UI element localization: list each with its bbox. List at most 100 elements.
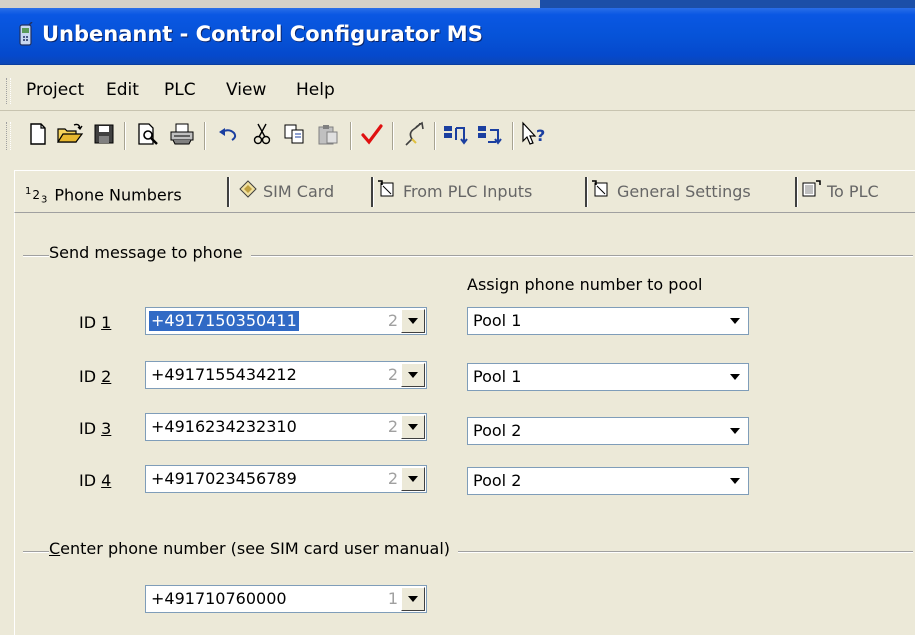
tab-separator bbox=[227, 177, 230, 207]
background-app-dark-strip bbox=[540, 0, 915, 8]
connect-icon[interactable] bbox=[398, 118, 430, 150]
menu-view[interactable]: View bbox=[226, 70, 266, 110]
pool-select[interactable]: Pool 1 bbox=[467, 363, 749, 391]
phone-count: 2 bbox=[387, 469, 398, 488]
pool-value: Pool 2 bbox=[473, 471, 522, 490]
toolbar-separator bbox=[124, 122, 126, 150]
copy-icon[interactable] bbox=[278, 118, 310, 150]
tab-separator bbox=[795, 177, 798, 207]
pool-select[interactable]: Pool 2 bbox=[467, 467, 749, 495]
pool-select[interactable]: Pool 1 bbox=[467, 307, 749, 335]
toolbar-separator bbox=[434, 122, 436, 150]
paste-icon[interactable] bbox=[312, 118, 344, 150]
menu-plc[interactable]: PLC bbox=[164, 70, 196, 110]
dropdown-button[interactable] bbox=[723, 469, 747, 493]
dropdown-button[interactable] bbox=[401, 587, 425, 611]
chevron-down-icon bbox=[408, 424, 418, 430]
dropdown-button[interactable] bbox=[723, 309, 747, 333]
cut-icon[interactable] bbox=[246, 118, 278, 150]
dropdown-button[interactable] bbox=[401, 309, 425, 333]
chevron-down-icon bbox=[408, 372, 418, 378]
chevron-down-icon bbox=[408, 476, 418, 482]
phone-number-value: +4917150350411 bbox=[149, 311, 299, 331]
download-icon[interactable] bbox=[474, 118, 506, 150]
help-pointer-icon[interactable]: ? bbox=[518, 118, 550, 150]
tab-label: Phone Numbers bbox=[54, 185, 182, 205]
phone-number-combo[interactable]: +4916234232310 2 bbox=[145, 413, 427, 441]
save-icon[interactable] bbox=[88, 118, 120, 150]
settings-module-icon bbox=[591, 176, 611, 210]
pool-select[interactable]: Pool 2 bbox=[467, 417, 749, 445]
center-phone-count: 1 bbox=[387, 589, 398, 608]
chevron-down-icon bbox=[730, 374, 740, 380]
tab-to-plc[interactable]: To PLC bbox=[801, 175, 879, 209]
toolbar-separator bbox=[392, 122, 394, 150]
toolbar-separator bbox=[350, 122, 352, 150]
tab-strip: 123 Phone Numbers SIM Card From PLC Input… bbox=[14, 170, 915, 213]
dropdown-button[interactable] bbox=[401, 363, 425, 387]
phone-number-value: +4917155434212 bbox=[151, 365, 297, 384]
menu-project[interactable]: Project bbox=[26, 70, 84, 110]
window-title: Unbenannt - Control Configurator MS bbox=[42, 22, 483, 46]
open-folder-icon[interactable] bbox=[54, 118, 86, 150]
menu-help[interactable]: Help bbox=[296, 70, 335, 110]
phone-count: 2 bbox=[387, 311, 398, 330]
tab-from-plc-inputs[interactable]: From PLC Inputs bbox=[377, 175, 532, 209]
toolbar: ? bbox=[0, 112, 915, 156]
tab-general-settings[interactable]: General Settings bbox=[591, 175, 751, 209]
menu-grip[interactable] bbox=[6, 78, 11, 104]
tab-separator bbox=[585, 177, 588, 207]
undo-icon[interactable] bbox=[212, 118, 244, 150]
tab-separator bbox=[371, 177, 374, 207]
upload-icon[interactable] bbox=[440, 118, 472, 150]
pool-value: Pool 2 bbox=[473, 421, 522, 440]
chevron-down-icon bbox=[408, 318, 418, 324]
dropdown-button[interactable] bbox=[401, 415, 425, 439]
dropdown-button[interactable] bbox=[401, 467, 425, 491]
id-label: ID 1 bbox=[79, 313, 112, 332]
pool-column-header: Assign phone number to pool bbox=[467, 275, 703, 294]
phone-count: 2 bbox=[387, 365, 398, 384]
input-module-icon bbox=[377, 176, 397, 210]
chevron-down-icon bbox=[730, 318, 740, 324]
svg-text:?: ? bbox=[536, 126, 545, 145]
id-label: ID 4 bbox=[79, 471, 112, 490]
chevron-down-icon bbox=[408, 596, 418, 602]
output-module-icon bbox=[801, 176, 821, 210]
tab-label: From PLC Inputs bbox=[403, 182, 533, 201]
center-group-title: Center phone number (see SIM card user m… bbox=[49, 539, 459, 558]
chevron-down-icon bbox=[730, 428, 740, 434]
pool-value: Pool 1 bbox=[473, 367, 522, 386]
background-app-strip bbox=[0, 0, 915, 8]
print-preview-icon[interactable] bbox=[132, 118, 164, 150]
phone-number-combo[interactable]: +4917150350411 2 bbox=[145, 307, 427, 335]
sim-card-icon bbox=[239, 176, 257, 210]
new-document-icon[interactable] bbox=[22, 118, 54, 150]
menu-bar: Project Edit PLC View Help bbox=[0, 70, 915, 111]
pool-value: Pool 1 bbox=[473, 311, 522, 330]
dropdown-button[interactable] bbox=[723, 419, 747, 443]
center-phone-value: +491710760000 bbox=[151, 589, 287, 608]
phone-numbers-panel: Send message to phone Assign phone numbe… bbox=[14, 212, 915, 635]
title-bar[interactable]: Unbenannt - Control Configurator MS bbox=[0, 8, 915, 65]
id-label: ID 2 bbox=[79, 367, 112, 386]
menu-edit[interactable]: Edit bbox=[106, 70, 139, 110]
toolbar-separator bbox=[512, 122, 514, 150]
toolbar-grip[interactable] bbox=[6, 122, 11, 150]
phone-number-value: +4916234232310 bbox=[151, 417, 297, 436]
tab-label: SIM Card bbox=[263, 182, 335, 201]
check-icon[interactable] bbox=[356, 118, 388, 150]
tab-label: General Settings bbox=[617, 182, 751, 201]
chevron-down-icon bbox=[730, 478, 740, 484]
tab-phone-numbers[interactable]: 123 Phone Numbers bbox=[25, 175, 182, 209]
toolbar-separator bbox=[204, 122, 206, 150]
dropdown-button[interactable] bbox=[723, 365, 747, 389]
phone-count: 2 bbox=[387, 417, 398, 436]
phone-number-combo[interactable]: +4917023456789 2 bbox=[145, 465, 427, 493]
id-label: ID 3 bbox=[79, 419, 112, 438]
center-phone-combo[interactable]: +491710760000 1 bbox=[145, 585, 427, 613]
print-icon[interactable] bbox=[166, 118, 198, 150]
send-group-title: Send message to phone bbox=[49, 243, 251, 262]
phone-number-combo[interactable]: +4917155434212 2 bbox=[145, 361, 427, 389]
tab-sim-card[interactable]: SIM Card bbox=[239, 175, 334, 209]
